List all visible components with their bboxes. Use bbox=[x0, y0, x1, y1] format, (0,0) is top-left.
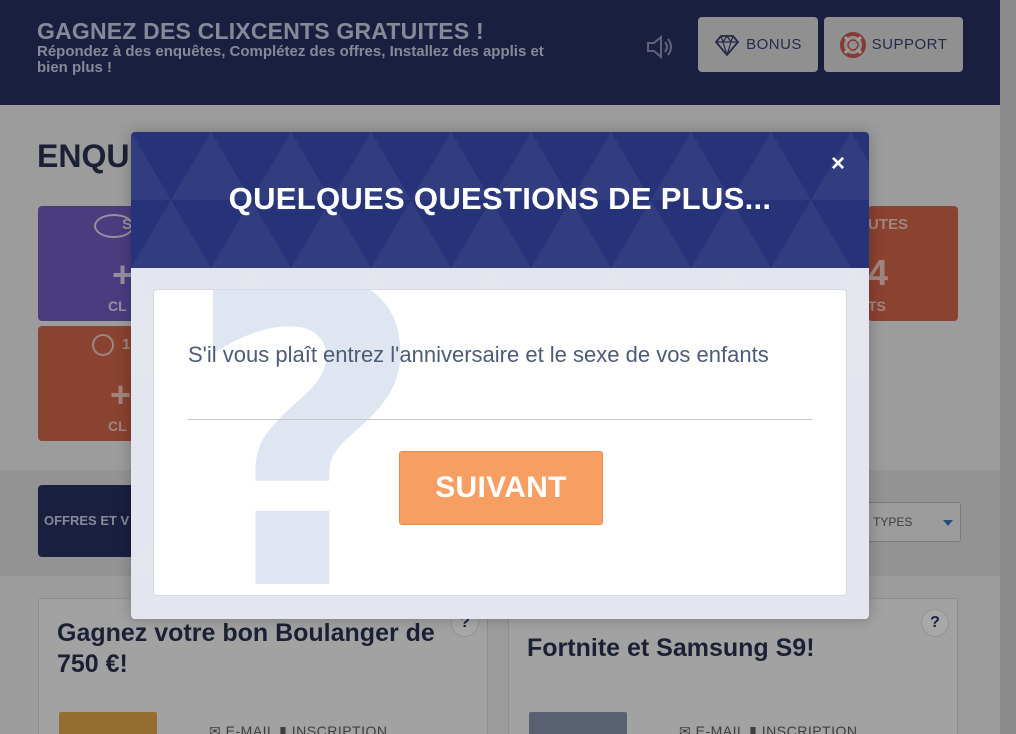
modal-header: QUELQUES QUESTIONS DE PLUS... × bbox=[131, 132, 869, 268]
divider bbox=[188, 419, 812, 420]
next-button[interactable]: SUIVANT bbox=[399, 451, 603, 525]
question-mark-icon: ? bbox=[184, 289, 428, 596]
modal-body: ? S'il vous plaît entrez l'anniversaire … bbox=[153, 289, 847, 596]
modal-title: QUELQUES QUESTIONS DE PLUS... bbox=[228, 181, 772, 216]
close-icon[interactable]: × bbox=[828, 152, 848, 176]
questions-modal: QUELQUES QUESTIONS DE PLUS... × ? S'il v… bbox=[131, 132, 869, 619]
question-text: S'il vous plaît entrez l'anniversaire et… bbox=[188, 342, 769, 367]
